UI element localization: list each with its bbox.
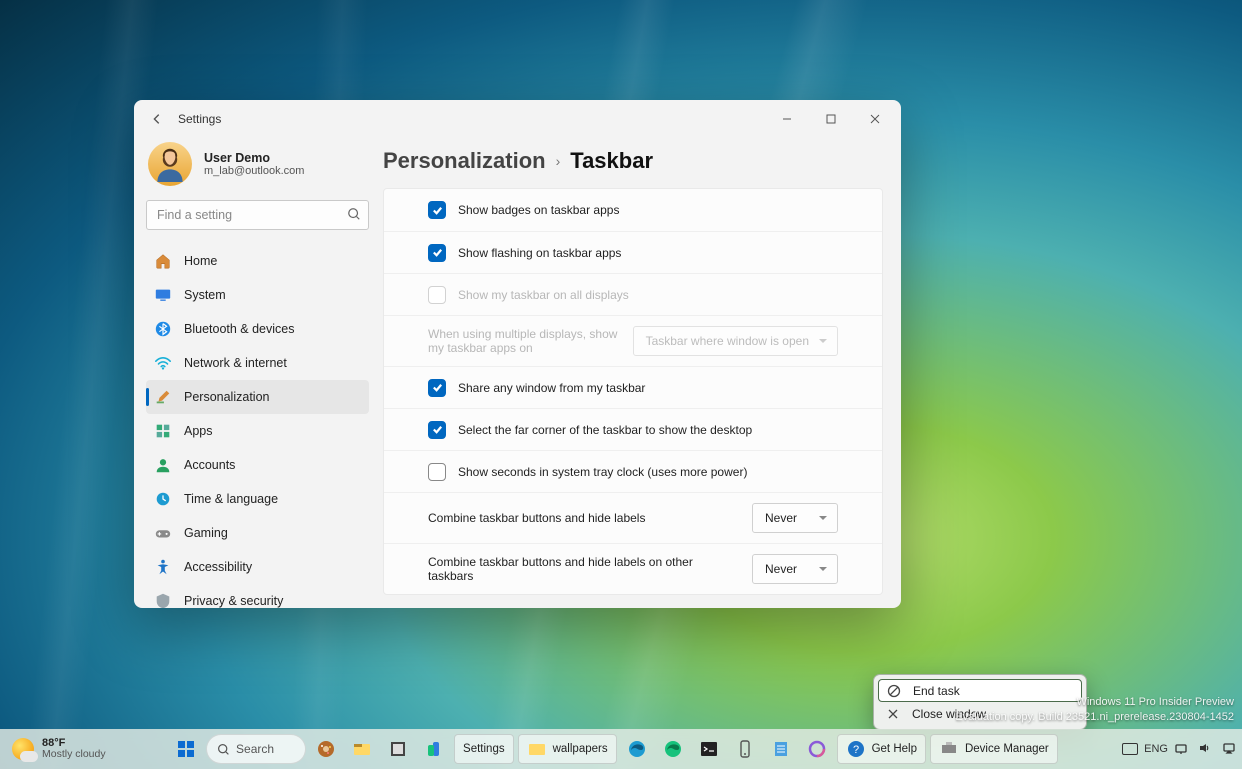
checkbox-badges[interactable] xyxy=(428,201,446,219)
breadcrumb-current: Taskbar xyxy=(570,148,653,174)
chevron-right-icon: › xyxy=(556,153,561,169)
taskbar-gethelp[interactable]: ?Get Help xyxy=(837,734,926,764)
taskbar-arc-icon[interactable] xyxy=(801,733,833,765)
row-flashing[interactable]: Show flashing on taskbar apps xyxy=(384,231,882,273)
dropdown-combine1[interactable]: Never xyxy=(752,503,838,533)
dropdown-multi-displays: Taskbar where window is open xyxy=(633,326,838,356)
checkbox-share[interactable] xyxy=(428,379,446,397)
checkbox-corner[interactable] xyxy=(428,421,446,439)
row-all-displays: Show my taskbar on all displays xyxy=(384,273,882,315)
taskbar-explorer-icon[interactable] xyxy=(346,733,378,765)
back-button[interactable] xyxy=(150,112,164,126)
nav-apps[interactable]: Apps xyxy=(146,414,369,448)
tray-app-icon[interactable] xyxy=(1122,743,1138,755)
tray-action-icon[interactable] xyxy=(1222,741,1236,758)
search-input[interactable] xyxy=(146,200,369,230)
row-share[interactable]: Share any window from my taskbar xyxy=(384,366,882,408)
checkbox-all-displays xyxy=(428,286,446,304)
settings-panel: Show badges on taskbar apps Show flashin… xyxy=(383,188,883,595)
search-icon xyxy=(347,207,361,226)
row-multi-displays: When using multiple displays, show my ta… xyxy=(384,315,882,366)
clock-icon xyxy=(154,490,172,508)
person-icon xyxy=(154,456,172,474)
prohibit-icon xyxy=(887,684,901,698)
close-button[interactable] xyxy=(853,103,897,135)
nav-list: Home System Bluetooth & devices Network … xyxy=(146,244,369,608)
nav-system[interactable]: System xyxy=(146,278,369,312)
taskbar-edge-icon[interactable] xyxy=(621,733,653,765)
taskbar-donut-icon[interactable] xyxy=(310,733,342,765)
nav-home[interactable]: Home xyxy=(146,244,369,278)
main-pane[interactable]: Personalization › Taskbar Show badges on… xyxy=(375,138,901,608)
avatar xyxy=(148,142,192,186)
nav-accounts[interactable]: Accounts xyxy=(146,448,369,482)
nav-gaming[interactable]: Gaming xyxy=(146,516,369,550)
taskbar-copilot-icon[interactable] xyxy=(418,733,450,765)
weather-icon xyxy=(12,738,34,760)
titlebar: Settings xyxy=(134,100,901,138)
wifi-icon xyxy=(154,354,172,372)
taskbar-settings[interactable]: Settings xyxy=(454,734,514,764)
user-name: User Demo xyxy=(204,151,304,165)
breadcrumb-parent[interactable]: Personalization xyxy=(383,148,546,174)
bluetooth-icon xyxy=(154,320,172,338)
user-email: m_lab@outlook.com xyxy=(204,165,304,177)
checkbox-flashing[interactable] xyxy=(428,244,446,262)
row-corner[interactable]: Select the far corner of the taskbar to … xyxy=(384,408,882,450)
row-badges[interactable]: Show badges on taskbar apps xyxy=(384,189,882,231)
taskbar-taskview-icon[interactable] xyxy=(382,733,414,765)
taskbar: 88°F Mostly cloudy Search Settings wallp… xyxy=(0,729,1242,769)
taskbar-center: Search Settings wallpapers ?Get Help Dev… xyxy=(112,733,1117,765)
accessibility-icon xyxy=(154,558,172,576)
taskbar-notepad-icon[interactable] xyxy=(765,733,797,765)
nav-time[interactable]: Time & language xyxy=(146,482,369,516)
tray-network-icon[interactable] xyxy=(1174,741,1188,758)
brush-icon xyxy=(154,388,172,406)
tray-lang[interactable]: ENG xyxy=(1144,743,1168,755)
taskbar-terminal-icon[interactable] xyxy=(693,733,725,765)
taskbar-right: ENG xyxy=(1116,741,1236,758)
home-icon xyxy=(154,252,172,270)
taskbar-weather[interactable]: 88°F Mostly cloudy xyxy=(6,738,112,761)
close-icon xyxy=(886,707,900,721)
nav-privacy[interactable]: Privacy & security xyxy=(146,584,369,608)
nav-network[interactable]: Network & internet xyxy=(146,346,369,380)
svg-text:?: ? xyxy=(853,744,859,756)
row-combine2[interactable]: Combine taskbar buttons and hide labels … xyxy=(384,543,882,594)
row-combine1[interactable]: Combine taskbar buttons and hide labels … xyxy=(384,492,882,543)
nav-bluetooth[interactable]: Bluetooth & devices xyxy=(146,312,369,346)
gamepad-icon xyxy=(154,524,172,542)
settings-window: Settings User Demo m_lab@outlook.com xyxy=(134,100,901,608)
breadcrumb: Personalization › Taskbar xyxy=(383,148,883,174)
user-block[interactable]: User Demo m_lab@outlook.com xyxy=(146,138,369,200)
taskbar-devicemgr[interactable]: Device Manager xyxy=(930,734,1058,764)
tray-volume-icon[interactable] xyxy=(1198,741,1212,758)
taskbar-search[interactable]: Search xyxy=(206,734,306,764)
start-button[interactable] xyxy=(170,733,202,765)
nav-accessibility[interactable]: Accessibility xyxy=(146,550,369,584)
maximize-button[interactable] xyxy=(809,103,853,135)
apps-icon xyxy=(154,422,172,440)
watermark: Windows 11 Pro Insider Preview Evaluatio… xyxy=(955,695,1234,725)
taskbar-phone-icon[interactable] xyxy=(729,733,761,765)
search-container xyxy=(146,200,369,230)
shield-icon xyxy=(154,592,172,608)
system-icon xyxy=(154,286,172,304)
app-title: Settings xyxy=(178,112,221,126)
taskbar-wallpapers[interactable]: wallpapers xyxy=(518,734,617,764)
minimize-button[interactable] xyxy=(765,103,809,135)
taskbar-edge-canary-icon[interactable] xyxy=(657,733,689,765)
nav-personalization[interactable]: Personalization xyxy=(146,380,369,414)
dropdown-combine2[interactable]: Never xyxy=(752,554,838,584)
sidebar: User Demo m_lab@outlook.com Home System … xyxy=(134,138,375,608)
checkbox-seconds[interactable] xyxy=(428,463,446,481)
row-seconds[interactable]: Show seconds in system tray clock (uses … xyxy=(384,450,882,492)
